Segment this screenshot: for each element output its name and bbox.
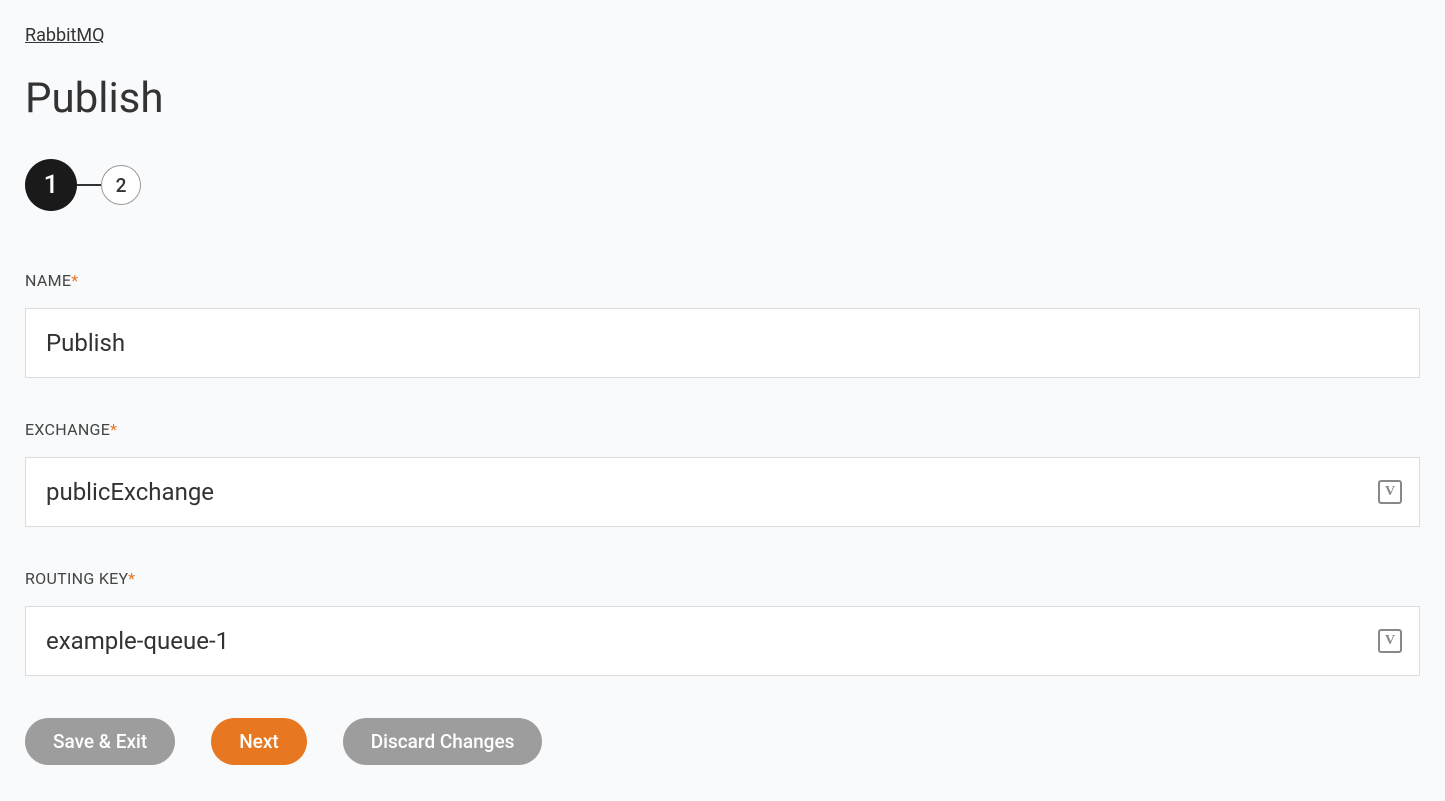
save-exit-button[interactable]: Save & Exit: [25, 718, 175, 765]
name-required-mark: *: [71, 271, 78, 290]
step-connector: [77, 184, 101, 186]
discard-changes-button[interactable]: Discard Changes: [343, 718, 543, 765]
form-group-name: NAME*: [25, 271, 1420, 378]
name-input[interactable]: [25, 308, 1420, 378]
step-1[interactable]: 1: [25, 159, 77, 211]
form-group-routing-key: ROUTING KEY* V: [25, 569, 1420, 676]
variable-icon[interactable]: V: [1378, 629, 1402, 653]
next-button[interactable]: Next: [211, 718, 307, 765]
breadcrumb-link[interactable]: RabbitMQ: [25, 25, 104, 46]
name-label-text: NAME: [25, 271, 71, 290]
exchange-input[interactable]: [25, 457, 1420, 527]
button-row: Save & Exit Next Discard Changes: [25, 718, 1420, 765]
variable-icon[interactable]: V: [1378, 480, 1402, 504]
step-2[interactable]: 2: [101, 165, 141, 205]
stepper: 1 2: [25, 159, 1420, 211]
form-group-exchange: EXCHANGE* V: [25, 420, 1420, 527]
routing-key-label-text: ROUTING KEY: [25, 569, 128, 588]
name-label: NAME*: [25, 271, 1420, 290]
exchange-required-mark: *: [110, 420, 117, 439]
routing-key-label: ROUTING KEY*: [25, 569, 1420, 588]
exchange-label: EXCHANGE*: [25, 420, 1420, 439]
exchange-label-text: EXCHANGE: [25, 420, 110, 439]
routing-key-input[interactable]: [25, 606, 1420, 676]
routing-key-required-mark: *: [128, 569, 135, 588]
page-title: Publish: [25, 74, 1420, 123]
